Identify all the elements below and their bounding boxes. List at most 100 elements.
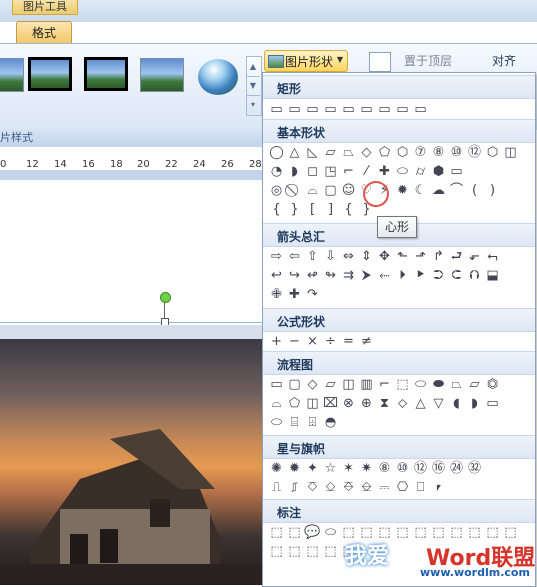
shape-option-icon[interactable]: ◇: [359, 145, 374, 160]
shape-option-icon[interactable]: ⇔: [341, 249, 356, 264]
shape-option-icon[interactable]: ⃠: [287, 183, 302, 198]
shape-option-icon[interactable]: ): [485, 183, 500, 198]
scroll-down-icon[interactable]: ▼: [246, 76, 260, 96]
shape-option-icon[interactable]: ⌹: [305, 415, 320, 430]
shape-option-icon[interactable]: ▭: [287, 102, 302, 117]
shape-option-icon[interactable]: ✚: [287, 287, 302, 302]
shape-option-icon[interactable]: ▭: [485, 396, 500, 411]
shape-option-icon[interactable]: ⌐: [377, 377, 392, 392]
shape-option-icon[interactable]: ☆: [323, 461, 338, 476]
shape-option-icon[interactable]: }: [287, 202, 302, 217]
shape-option-icon[interactable]: ▭: [449, 164, 464, 179]
shape-option-icon[interactable]: ]: [323, 202, 338, 217]
shape-option-icon[interactable]: ⇧: [305, 249, 320, 264]
shape-option-icon[interactable]: ▭: [269, 102, 284, 117]
shape-option-icon[interactable]: (: [467, 183, 482, 198]
shape-option-icon[interactable]: ⑧: [431, 145, 446, 160]
shape-option-icon[interactable]: ⬚: [323, 544, 338, 559]
shape-option-icon[interactable]: ⑫: [413, 461, 428, 476]
shape-option-icon[interactable]: ✚: [377, 164, 392, 179]
shape-option-icon[interactable]: ⊗: [341, 396, 356, 411]
shape-option-icon[interactable]: △: [287, 145, 302, 160]
shape-option-icon[interactable]: ✙: [269, 287, 284, 302]
shape-option-icon[interactable]: ▱: [323, 377, 338, 392]
shape-option-icon[interactable]: ⬚: [269, 544, 284, 559]
shape-option-icon[interactable]: ◳: [323, 164, 338, 179]
picture-style-thumb[interactable]: [140, 58, 184, 92]
shape-option-icon[interactable]: ✹: [395, 183, 410, 198]
bring-to-front-button[interactable]: 置于顶层: [404, 52, 452, 69]
shape-option-icon[interactable]: ▱: [323, 145, 338, 160]
shape-option-icon[interactable]: ⬚: [287, 544, 302, 559]
shape-option-icon[interactable]: ⬡: [485, 145, 500, 160]
shape-option-icon[interactable]: ◓: [323, 415, 338, 430]
shape-option-icon[interactable]: ⮞: [359, 268, 374, 283]
shape-option-icon[interactable]: ⇦: [287, 249, 302, 264]
shape-option-icon[interactable]: ✷: [359, 461, 374, 476]
shape-option-icon[interactable]: ◫: [341, 377, 356, 392]
shape-option-icon[interactable]: ⮢: [485, 249, 500, 264]
shape-option-icon[interactable]: ↷: [305, 287, 320, 302]
shape-option-icon[interactable]: =: [341, 334, 356, 349]
shape-option-icon[interactable]: ⬚: [431, 525, 446, 540]
shape-option-icon[interactable]: ⬦: [395, 396, 410, 411]
picture-style-thumb[interactable]: [84, 57, 128, 91]
shape-option-icon[interactable]: ⏵: [395, 268, 410, 283]
shape-option-icon[interactable]: ⎎: [287, 480, 302, 495]
shape-option-icon[interactable]: ⇉: [341, 268, 356, 283]
shape-option-icon[interactable]: ✶: [341, 461, 356, 476]
shape-option-icon[interactable]: ⑩: [449, 145, 464, 160]
align-button[interactable]: 对齐: [492, 52, 516, 69]
shape-option-icon[interactable]: ⑫: [467, 145, 482, 160]
shape-option-icon[interactable]: +: [269, 334, 284, 349]
shape-option-icon[interactable]: ▭: [377, 102, 392, 117]
shape-option-icon[interactable]: ⏢: [449, 377, 464, 392]
shape-option-icon[interactable]: ⬭: [413, 377, 428, 392]
shape-option-icon[interactable]: ⑧: [377, 461, 392, 476]
shape-option-icon[interactable]: ⎓: [377, 480, 392, 495]
shape-option-icon[interactable]: ⎒: [359, 480, 374, 495]
shape-option-icon[interactable]: ◎: [269, 183, 284, 198]
shape-option-icon[interactable]: ⮐: [449, 249, 464, 264]
shape-option-icon[interactable]: ⎕: [413, 480, 428, 495]
shape-option-icon[interactable]: ⌓: [305, 183, 320, 198]
shape-option-icon[interactable]: ◇: [305, 377, 320, 392]
picture-style-thumb[interactable]: [28, 57, 72, 91]
shape-option-icon[interactable]: ⧗: [377, 396, 392, 411]
shape-option-icon[interactable]: ⌓: [269, 396, 284, 411]
shape-option-icon[interactable]: ⬚: [269, 525, 284, 540]
document-page[interactable]: [0, 180, 262, 325]
shape-option-icon[interactable]: ⬏: [413, 249, 428, 264]
more-icon[interactable]: ▾: [246, 95, 260, 114]
scroll-up-icon[interactable]: ▲: [246, 57, 260, 77]
shape-option-icon[interactable]: ⎐: [323, 480, 338, 495]
selected-picture[interactable]: [0, 339, 262, 585]
shape-option-icon[interactable]: ⬠: [287, 396, 302, 411]
shape-option-icon[interactable]: ↩: [269, 268, 284, 283]
shape-option-icon[interactable]: ⌭: [413, 164, 428, 179]
shape-option-icon[interactable]: ⬚: [485, 525, 500, 540]
rotate-handle[interactable]: [160, 292, 171, 303]
shape-option-icon[interactable]: ⬚: [395, 377, 410, 392]
shape-option-icon[interactable]: ⬑: [395, 249, 410, 264]
shape-option-icon[interactable]: ☺: [341, 183, 356, 198]
shape-option-icon[interactable]: ⏥: [467, 377, 482, 392]
shape-option-icon[interactable]: ⌒: [449, 183, 464, 198]
shape-option-icon[interactable]: ⌧: [323, 396, 338, 411]
shape-option-icon[interactable]: ◻: [305, 164, 320, 179]
shape-option-icon[interactable]: ⊕: [359, 396, 374, 411]
shape-option-icon[interactable]: ⏢: [341, 145, 356, 160]
shape-option-icon[interactable]: ◔: [269, 164, 284, 179]
shape-option-icon[interactable]: ▢: [287, 377, 302, 392]
shape-option-icon[interactable]: ⎍: [269, 480, 284, 495]
shape-option-icon[interactable]: ▭: [413, 102, 428, 117]
shape-option-icon[interactable]: ▭: [341, 102, 356, 117]
shape-option-icon[interactable]: ⮉: [467, 268, 482, 283]
shape-option-icon[interactable]: ◗: [467, 396, 482, 411]
shape-option-icon[interactable]: ⮈: [449, 268, 464, 283]
shape-option-icon[interactable]: ÷: [323, 334, 338, 349]
picture-shape-button[interactable]: 图片形状 ▼: [264, 50, 348, 72]
shape-option-icon[interactable]: ◯: [269, 145, 284, 160]
shape-option-icon[interactable]: ⬚: [413, 525, 428, 540]
shape-option-icon[interactable]: ✦: [305, 461, 320, 476]
